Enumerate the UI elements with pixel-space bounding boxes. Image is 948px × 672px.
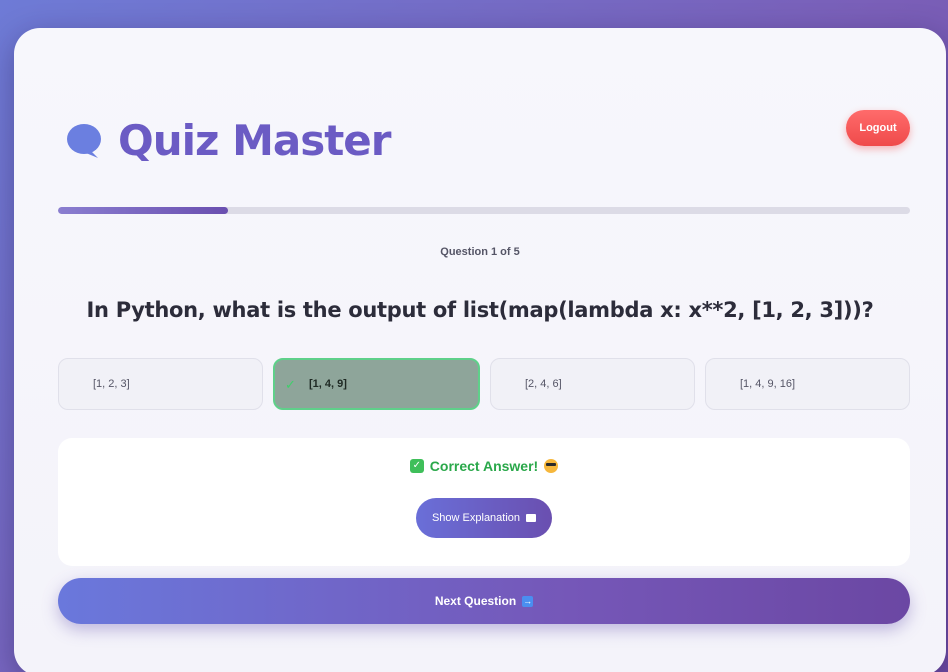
sunglasses-face-icon bbox=[544, 459, 559, 473]
option-label: [2, 4, 6] bbox=[525, 378, 562, 390]
next-question-button[interactable]: Next Question → bbox=[58, 578, 910, 624]
logout-button[interactable]: Logout bbox=[846, 110, 910, 146]
result-line: ✓ Correct Answer! bbox=[58, 458, 910, 474]
chat-bubble-icon bbox=[67, 123, 101, 158]
check-icon: ✓ bbox=[285, 377, 296, 392]
option-4[interactable]: [1, 4, 9, 16] bbox=[705, 358, 910, 410]
option-label: [1, 4, 9] bbox=[309, 378, 347, 390]
option-1[interactable]: [1, 2, 3] bbox=[58, 358, 263, 410]
question-text: In Python, what is the output of list(ma… bbox=[86, 298, 874, 322]
feedback-panel: ✓ Correct Answer! Show Explanation bbox=[58, 438, 910, 566]
book-icon bbox=[526, 514, 537, 522]
progress-fill bbox=[58, 207, 229, 214]
header: Quiz Master bbox=[64, 116, 391, 165]
result-text: Correct Answer! bbox=[429, 458, 539, 474]
option-label: [1, 4, 9, 16] bbox=[740, 378, 796, 390]
option-label: [1, 2, 3] bbox=[93, 378, 130, 390]
checkbox-checked-icon: ✓ bbox=[409, 459, 424, 473]
app-title: Quiz Master bbox=[118, 116, 391, 165]
next-label: Next Question bbox=[434, 594, 517, 608]
show-explanation-button[interactable]: Show Explanation bbox=[416, 498, 552, 538]
explain-label: Show Explanation bbox=[431, 512, 521, 524]
options-list: [1, 2, 3] ✓ [1, 4, 9] [2, 4, 6] [1, 4, 9… bbox=[58, 358, 910, 410]
option-3[interactable]: [2, 4, 6] bbox=[490, 358, 695, 410]
question-counter: Question 1 of 5 bbox=[440, 246, 520, 258]
quiz-card: Quiz Master Logout Question 1 of 5 In Py… bbox=[14, 28, 946, 672]
arrow-right-icon: → bbox=[522, 595, 534, 607]
progress-bar bbox=[58, 207, 910, 214]
option-2[interactable]: ✓ [1, 4, 9] bbox=[273, 358, 480, 410]
